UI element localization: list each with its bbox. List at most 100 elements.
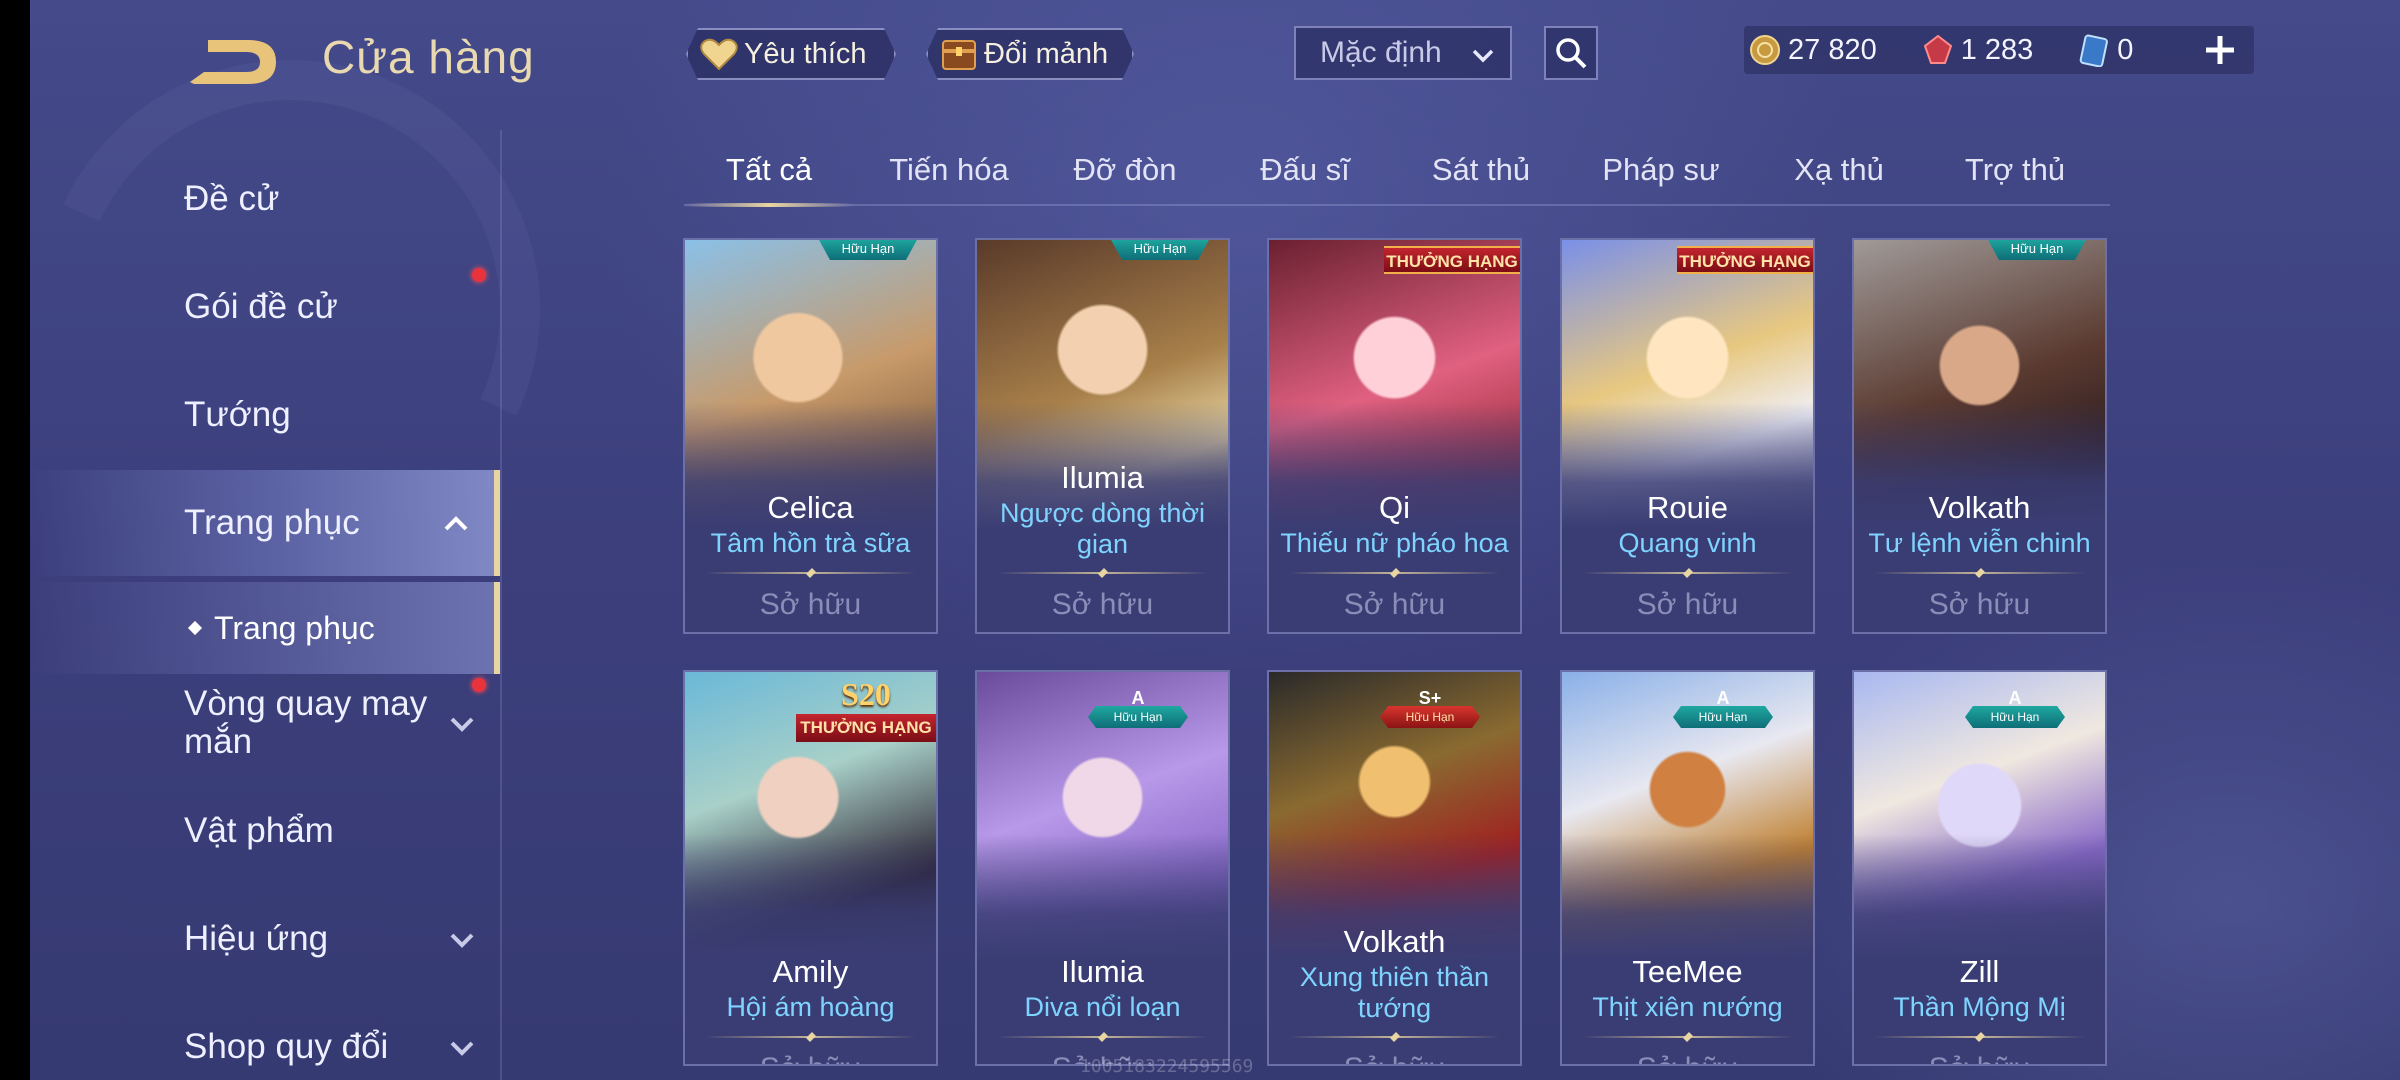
skin-card[interactable]: Hữu Hạn Volkath Tư lệnh viễn chinh Sở hữ… (1852, 238, 2107, 634)
ranked-badge: THƯỞNG HẠNG (1384, 246, 1520, 274)
search-icon (1556, 38, 1587, 69)
skin-card[interactable]: S20 THƯỞNG HẠNG Amily Hội ám hoàng Sở hữ… (683, 670, 938, 1066)
tab-assassin[interactable]: Sát thủ (1396, 140, 1566, 204)
back-button[interactable] (184, 34, 284, 90)
notification-dot (472, 268, 486, 282)
card-divider (1289, 572, 1500, 574)
hero-name: Rouie (1647, 490, 1728, 525)
skin-card[interactable]: A Hữu Hạn Zill Thần Mộng Mị Sở hữu (1852, 670, 2107, 1066)
tab-mage[interactable]: Pháp sư (1576, 140, 1746, 204)
search-button[interactable] (1544, 26, 1598, 80)
sidebar-item-exchange-shop[interactable]: Shop quy đổi (30, 994, 500, 1080)
page-title: Cửa hàng (322, 31, 535, 83)
ruby-amount: 1 283 (1960, 33, 2034, 66)
card-divider (705, 572, 916, 574)
grade-label: A (2008, 688, 2022, 708)
watermark-id: 1005183224595569 (1080, 1056, 1254, 1077)
sort-value: Mặc định (1320, 36, 1442, 69)
notification-dot (472, 678, 486, 692)
skin-name: Thần Mộng Mị (1893, 992, 2066, 1022)
hero-name: Zill (1959, 954, 2000, 989)
skin-card[interactable]: S+ Hữu Hạn Volkath Xung thiên thần tướng… (1267, 670, 1522, 1066)
tab-evolution[interactable]: Tiến hóa (864, 140, 1034, 204)
hero-name: Celica (767, 490, 854, 525)
sidebar-item-heroes[interactable]: Tướng (30, 362, 500, 468)
card-fade (977, 834, 1228, 1064)
sidebar-item-skins[interactable]: Trang phục (30, 470, 500, 576)
sidebar-item-label: Vòng quay may mắn (184, 684, 428, 761)
card-divider (997, 1036, 1208, 1038)
skin-card[interactable]: THƯỞNG HẠNG Rouie Quang vinh Sở hữu (1560, 238, 1815, 634)
sidebar-item-label: Gói đề cử (184, 287, 338, 326)
card-divider (1874, 572, 2085, 574)
sidebar-item-recommended-packs[interactable]: Gói đề cử (30, 254, 500, 360)
sidebar-subitem-skins[interactable]: Trang phục (30, 582, 500, 674)
card-fade (685, 834, 936, 1064)
currency-gold: 27 820 (1744, 33, 1877, 67)
chevron-up-icon (444, 516, 468, 531)
tab-support[interactable]: Trợ thủ (1930, 140, 2100, 204)
chevron-down-icon (1472, 49, 1494, 63)
skin-name: Tâm hồn trà sữa (710, 528, 911, 558)
skin-name: Thiếu nữ pháo hoa (1280, 528, 1509, 558)
skin-card[interactable]: A Hữu Hạn TeeMee Thịt xiên nướng Sở hữu (1560, 670, 1815, 1066)
skin-card[interactable]: A Hữu Hạn Ilumia Diva nổi loạn Sở hữu (975, 670, 1230, 1066)
treasure-chest-icon (938, 33, 980, 75)
add-currency-button[interactable] (2196, 26, 2244, 74)
currency-voucher: 0 (2073, 33, 2133, 67)
sidebar-item-effects[interactable]: Hiệu ứng (30, 886, 500, 992)
tab-all[interactable]: Tất cả (684, 140, 854, 207)
limited-label: Hữu Hạn (1380, 706, 1480, 728)
exchange-fragments-button[interactable]: Đổi mảnh (926, 28, 1134, 80)
sidebar-item-label: Trang phục (184, 503, 360, 542)
sidebar-item-items[interactable]: Vật phẩm (30, 778, 500, 884)
owned-status: Sở hữu (1562, 1052, 1813, 1064)
card-divider (1582, 1036, 1793, 1038)
sidebar-item-label: Vật phẩm (184, 811, 334, 850)
skin-name: Xung thiên thần tướng (1299, 962, 1490, 1023)
sidebar-item-lucky-spin[interactable]: Vòng quay may mắn (30, 670, 500, 776)
sidebar-subitem-label: Trang phục (214, 609, 375, 646)
owned-status: Sở hữu (1051, 588, 1154, 621)
card-divider (997, 572, 1208, 574)
favorite-button[interactable]: Yêu thích (686, 28, 896, 80)
skin-card[interactable]: Hữu Hạn Celica Tâm hồn trà sữa Sở hữu (683, 238, 938, 634)
grade-label: A (1131, 688, 1145, 708)
role-tabs: Tất cả Tiến hóa Đỡ đòn Đấu sĩ Sát thủ Ph… (684, 140, 2110, 207)
grade-label: S+ (1418, 688, 1442, 708)
exchange-label: Đổi mảnh (984, 37, 1109, 70)
season-ranked-badge: S20 THƯỞNG HẠNG (796, 676, 936, 746)
grade-label: A (1716, 688, 1730, 708)
skin-name: Tư lệnh viễn chinh (1868, 528, 2091, 558)
card-divider (705, 1036, 916, 1038)
letterbox (0, 0, 30, 1080)
grade-badge: A Hữu Hạn (1965, 688, 2065, 732)
skin-card[interactable]: Hữu Hạn Ilumia Ngược dòng thời gian Sở h… (975, 238, 1230, 634)
sidebar-item-label: Shop quy đổi (184, 1027, 389, 1066)
heart-icon (698, 33, 740, 75)
hero-name: Amily (772, 954, 849, 989)
back-arrow-icon (190, 40, 276, 84)
sort-dropdown[interactable]: Mặc định (1294, 26, 1512, 80)
skin-name: Diva nổi loạn (1024, 992, 1181, 1022)
tab-marksman[interactable]: Xạ thủ (1754, 140, 1924, 204)
owned-status: Sở hữu (1854, 1052, 2105, 1064)
limited-label: Hữu Hạn (1673, 706, 1773, 728)
hero-name: TeeMee (1632, 954, 1743, 989)
owned-status: Sở hữu (685, 1052, 936, 1064)
voucher-card-icon (2079, 34, 2109, 67)
tab-warrior[interactable]: Đấu sĩ (1220, 140, 1390, 204)
limited-badge: Hữu Hạn (818, 240, 918, 260)
currency-bar: 27 820 1 283 0 (1744, 26, 2254, 74)
voucher-amount: 0 (2117, 33, 2134, 66)
tab-tank[interactable]: Đỡ đòn (1040, 140, 1210, 204)
hero-name: Ilumia (1061, 460, 1144, 495)
hero-name: Volkath (1928, 490, 2031, 525)
limited-label: Hữu Hạn (1965, 706, 2065, 728)
skin-name: Hội ám hoàng (726, 992, 895, 1022)
hero-name: Ilumia (1061, 954, 1144, 989)
sidebar-item-recommended[interactable]: Đề cử (30, 146, 500, 252)
card-fade (1854, 834, 2105, 1064)
skin-card[interactable]: THƯỞNG HẠNG Qi Thiếu nữ pháo hoa Sở hữu (1267, 238, 1522, 634)
limited-label: Hữu Hạn (1088, 706, 1188, 728)
